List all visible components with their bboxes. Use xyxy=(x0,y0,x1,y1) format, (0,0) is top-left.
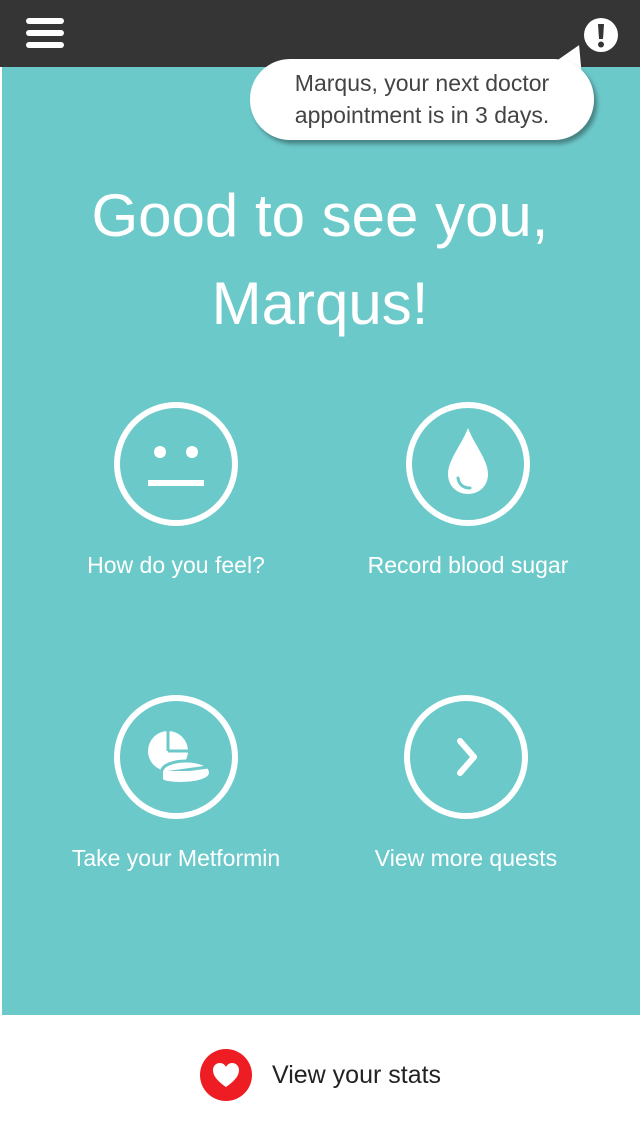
greeting-title: Good to see you, Marqus! xyxy=(0,172,640,348)
hamburger-menu-icon[interactable] xyxy=(26,18,64,50)
quest-label: Take your Metformin xyxy=(71,845,281,871)
pills-icon xyxy=(114,695,238,819)
exclamation-icon[interactable] xyxy=(584,18,618,52)
view-stats-label: View your stats xyxy=(272,1060,442,1089)
quest-how-do-you-feel[interactable]: How do you feel? xyxy=(46,402,306,579)
view-stats-button[interactable]: View your stats xyxy=(200,1048,441,1102)
quest-label: View more quests xyxy=(374,845,558,871)
chevron-right-icon xyxy=(404,695,528,819)
neutral-face-icon xyxy=(114,402,238,526)
quest-take-metformin[interactable]: Take your Metformin xyxy=(46,695,306,872)
quest-view-more[interactable]: View more quests xyxy=(336,695,596,872)
notification-line-2: appointment is in 3 days. xyxy=(294,102,550,128)
blood-drop-icon xyxy=(406,402,530,526)
quest-record-blood-sugar[interactable]: Record blood sugar xyxy=(338,402,598,579)
quest-label: Record blood sugar xyxy=(367,552,569,578)
notification-line-1: Marqus, your next doctor xyxy=(294,70,550,96)
greeting-line-1: Good to see you, xyxy=(91,182,549,249)
heart-icon xyxy=(200,1049,252,1101)
appointment-notification[interactable]: Marqus, your next doctor appointment is … xyxy=(250,59,594,140)
greeting-line-2: Marqus! xyxy=(211,270,429,337)
top-bar xyxy=(0,0,640,67)
quest-label: How do you feel? xyxy=(87,552,265,578)
